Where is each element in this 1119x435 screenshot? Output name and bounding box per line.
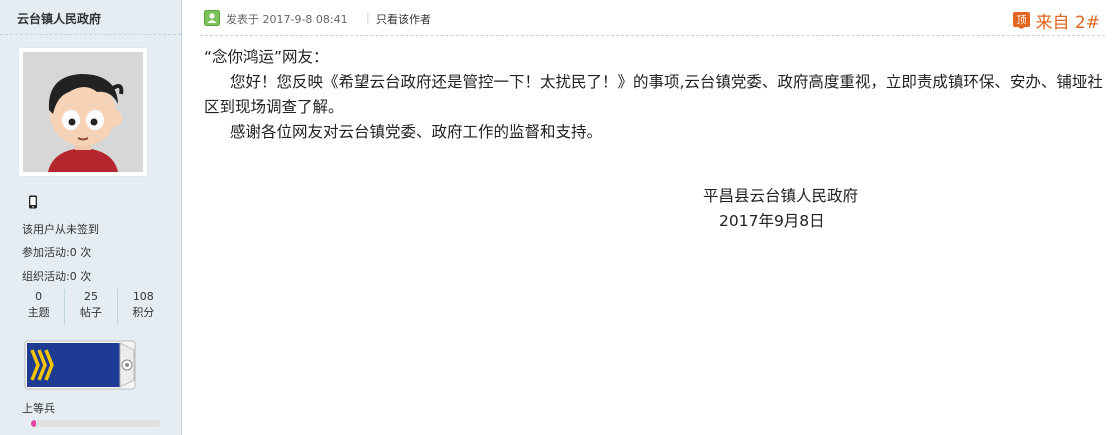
avatar[interactable] <box>18 47 148 177</box>
rank-name: 上等兵 <box>22 402 55 415</box>
rank-progress-fill <box>31 420 37 427</box>
header-separator: | <box>366 11 370 24</box>
svg-text:顶: 顶 <box>1016 15 1026 27</box>
points-count[interactable]: 108 积分 <box>116 289 169 325</box>
activities-organized: 组织活动:0 次 <box>22 270 92 283</box>
post-count-label: 帖子 <box>79 306 102 319</box>
sign-status: 该用户从未签到 <box>22 223 99 236</box>
points-count-value: 108 <box>132 290 154 303</box>
mobile-phone-icon <box>29 195 37 209</box>
points-count-label: 积分 <box>132 306 155 319</box>
post-count[interactable]: 25 帖子 <box>64 289 116 325</box>
post-header-divider <box>200 35 1105 36</box>
avatar-image <box>23 52 143 172</box>
user-stat-counts: 0 主题 25 帖子 108 积分 <box>13 289 169 325</box>
post-header: 发表于 2017-9-8 08:41 | 只看该作者 顶 来自 2# <box>204 8 1104 33</box>
topic-count-value: 0 <box>35 290 43 303</box>
post-paragraph-2: 感谢各位网友对云台镇党委、政府工作的监督和支持。 <box>230 123 603 141</box>
rank-progress-bar <box>31 420 161 427</box>
rank-badge-icon <box>24 340 136 390</box>
post-content: “念你鸿运”网友： 您好！您反映《希望云台政府还是管控一下！太扰民了！》的事项,… <box>204 45 1104 230</box>
online-status-icon <box>204 10 220 26</box>
topic-count[interactable]: 0 主题 <box>13 289 64 325</box>
post-paragraph-1: 您好！您反映《希望云台政府还是管控一下！太扰民了！》的事项,云台镇党委、政府高度… <box>204 73 1103 116</box>
post-greeting: “念你鸿运”网友： <box>204 48 329 66</box>
author-name-link[interactable]: 云台镇人民政府 <box>17 10 101 27</box>
activities-joined: 参加活动:0 次 <box>22 246 92 259</box>
author-sidebar: 云台镇人民政府 该用户从未签到 参加活动:0 次 组织活动:0 次 0 主题 2… <box>0 0 182 435</box>
signature-name: 平昌县云台镇人民政府 <box>703 187 859 205</box>
sidebar-divider <box>0 34 181 35</box>
top-icon[interactable]: 顶 <box>1012 12 1030 29</box>
only-author-link[interactable]: 只看该作者 <box>376 11 431 27</box>
floor-area: 顶 来自 2# <box>1012 8 1100 33</box>
post-count-value: 25 <box>83 290 98 303</box>
floor-number[interactable]: 来自 2# <box>1036 8 1100 33</box>
post-timestamp: 发表于 2017-9-8 08:41 <box>226 13 348 26</box>
topic-count-label: 主题 <box>27 306 50 319</box>
signature-date: 2017年9月8日 <box>719 212 825 230</box>
